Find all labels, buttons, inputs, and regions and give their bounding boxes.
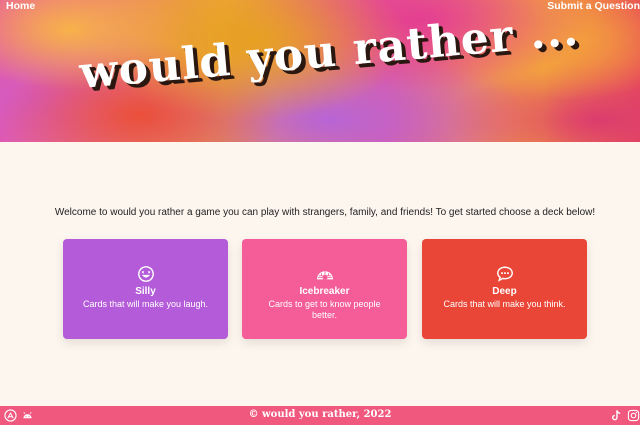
igloo-icon bbox=[242, 265, 407, 283]
deck-name: Icebreaker bbox=[299, 286, 350, 297]
deck-name: Deep bbox=[492, 286, 517, 297]
instagram-icon[interactable] bbox=[627, 409, 640, 422]
page-title: would you rather ... bbox=[77, 4, 581, 100]
deck-description: Cards that will make you laugh. bbox=[82, 299, 209, 309]
laughing-face-icon bbox=[63, 265, 228, 283]
footer: © would you rather, 2022 bbox=[0, 406, 640, 425]
deck-card-deep[interactable]: Deep Cards that will make you think. bbox=[422, 239, 587, 339]
nav-home-link[interactable]: Home bbox=[6, 0, 35, 12]
deck-card-icebreaker[interactable]: Icebreaker Cards to get to know people b… bbox=[242, 239, 407, 339]
hero-banner: Home Submit a Question would you rather … bbox=[0, 0, 640, 142]
tiktok-icon[interactable] bbox=[610, 409, 623, 422]
deck-description: Cards that will make you think. bbox=[443, 299, 566, 309]
copyright-text: © would you rather, 2022 bbox=[248, 409, 392, 420]
speech-bubble-icon bbox=[422, 265, 587, 283]
welcome-text: Welcome to would you rather a game you c… bbox=[54, 207, 596, 218]
deck-name: Silly bbox=[135, 286, 156, 297]
deck-description: Cards to get to know people better. bbox=[268, 299, 381, 320]
deck-card-silly[interactable]: Silly Cards that will make you laugh. bbox=[63, 239, 228, 339]
